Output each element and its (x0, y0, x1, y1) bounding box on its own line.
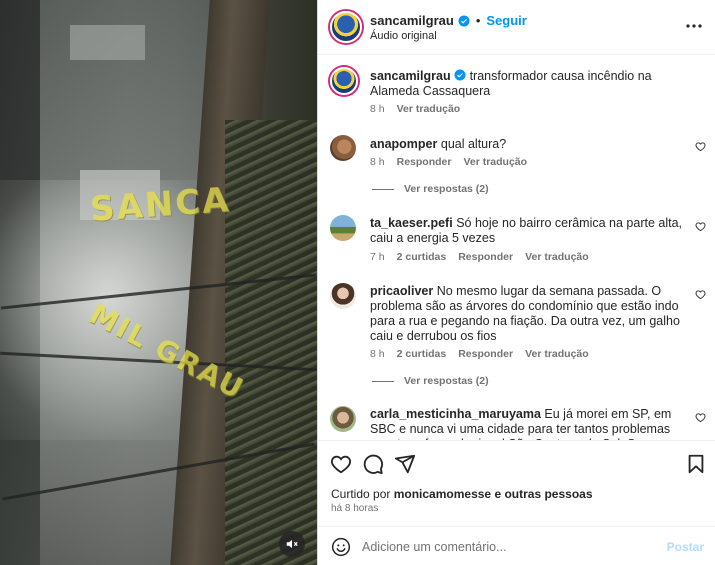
comment-meta: 8 h 2 curtidas Responder Ver tradução (370, 348, 589, 360)
comment-username[interactable]: ta_kaeser.pefi (370, 216, 453, 230)
reply-link[interactable]: Responder (458, 348, 513, 360)
post-video[interactable]: SANCA MIL GRAU (0, 0, 317, 565)
like-comment-heart-icon[interactable] (695, 412, 706, 423)
like-comment-heart-icon[interactable] (695, 289, 706, 300)
caption-text: sancamilgrau transformador causa incêndi… (370, 69, 682, 99)
like-heart-icon[interactable] (330, 453, 352, 475)
comments-list[interactable]: sancamilgrau transformador causa incêndi… (318, 55, 715, 440)
emoji-icon[interactable] (331, 537, 351, 557)
separator: • (475, 13, 481, 28)
like-comment-heart-icon[interactable] (695, 141, 706, 152)
comment-username[interactable]: carla_mesticinha_maruyama (370, 407, 541, 421)
reply-link[interactable]: Responder (397, 156, 452, 168)
view-replies-button[interactable]: Ver respostas (2) (372, 183, 489, 195)
comment-text: carla_mesticinha_maruyama Eu já morei em… (370, 407, 682, 440)
replies-line (372, 188, 394, 190)
comment-meta: 7 h 2 curtidas Responder Ver tradução (370, 251, 589, 263)
avatar[interactable] (330, 215, 356, 241)
speaker-muted-icon (286, 539, 298, 549)
view-replies-button[interactable]: Ver respostas (2) (372, 375, 489, 387)
comment-text: anapomper qual altura? (370, 137, 682, 152)
post-actions: Curtido por monicamomesse e outras pesso… (318, 440, 715, 565)
view-replies-label: Ver respostas (2) (404, 183, 489, 195)
audio-label[interactable]: Áudio original (370, 30, 437, 42)
avatar[interactable] (330, 406, 356, 432)
more-horizontal-icon (686, 24, 702, 28)
verified-badge-icon (454, 69, 466, 81)
avatar[interactable] (330, 135, 356, 161)
avatar[interactable] (330, 283, 356, 309)
post-comment-button[interactable]: Postar (667, 540, 704, 554)
verified-badge-icon (458, 15, 470, 26)
caption-meta: 8 h Ver tradução (370, 103, 460, 115)
comment-bubble-icon[interactable] (362, 453, 384, 475)
video-window (70, 25, 145, 60)
liked-by-others[interactable]: e outras pessoas (494, 487, 592, 501)
comment-username[interactable]: anapomper (370, 137, 437, 151)
mute-button[interactable] (279, 531, 305, 557)
comment-time[interactable]: 8 h (370, 156, 385, 168)
comment-likes[interactable]: 2 curtidas (397, 251, 447, 263)
replies-line (372, 380, 394, 382)
post-time[interactable]: há 8 horas (331, 503, 378, 514)
share-send-icon[interactable] (394, 453, 416, 475)
more-options-button[interactable] (684, 18, 704, 34)
post-side-panel: sancamilgrau • Seguir Áudio original san… (317, 0, 715, 565)
translate-link[interactable]: Ver tradução (463, 156, 527, 168)
reply-link[interactable]: Responder (458, 251, 513, 263)
likes-summary: Curtido por monicamomesse e outras pesso… (331, 487, 593, 501)
avatar[interactable] (330, 11, 362, 43)
comment-meta: 8 h Responder Ver tradução (370, 156, 527, 168)
comment-body: qual altura? (440, 137, 507, 151)
comment-input[interactable] (362, 535, 652, 559)
likes-prefix: Curtido por (331, 487, 391, 501)
like-comment-heart-icon[interactable] (695, 221, 706, 232)
view-replies-label: Ver respostas (2) (404, 375, 489, 387)
translate-link[interactable]: Ver tradução (397, 103, 461, 115)
caption-username[interactable]: sancamilgrau (370, 69, 451, 83)
translate-link[interactable]: Ver tradução (525, 251, 589, 263)
liked-by-user[interactable]: monicamomesse (394, 487, 491, 501)
comment-composer: Postar (318, 526, 715, 565)
comment-time[interactable]: 8 h (370, 348, 385, 360)
caption-time[interactable]: 8 h (370, 103, 385, 115)
video-palm-leaves (225, 120, 317, 565)
author-username[interactable]: sancamilgrau (370, 13, 454, 28)
save-bookmark-icon[interactable] (685, 453, 707, 475)
follow-button[interactable]: Seguir (486, 13, 526, 28)
translate-link[interactable]: Ver tradução (525, 348, 589, 360)
comment-likes[interactable]: 2 curtidas (397, 348, 447, 360)
comment-username[interactable]: pricaoliver (370, 284, 433, 298)
comment-text: ta_kaeser.pefi Só hoje no bairro cerâmic… (370, 216, 682, 246)
avatar[interactable] (330, 67, 358, 95)
comment-text: pricaoliver No mesmo lugar da semana pas… (370, 284, 682, 344)
comment-time[interactable]: 7 h (370, 251, 385, 263)
post-author: sancamilgrau • Seguir (370, 13, 527, 28)
post-header: sancamilgrau • Seguir Áudio original (318, 0, 715, 55)
